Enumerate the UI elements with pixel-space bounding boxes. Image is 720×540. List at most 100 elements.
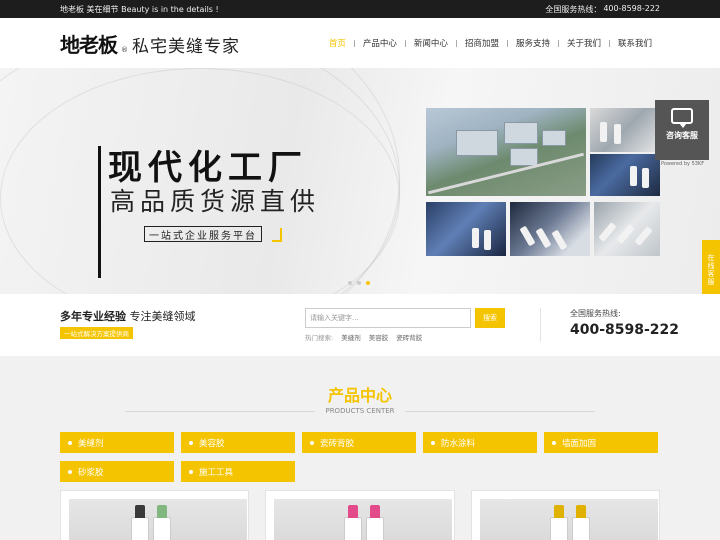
production-photo [426, 202, 506, 256]
products-subtitle: PRODUCTS CENTER [0, 407, 720, 415]
product-image [274, 499, 453, 540]
category-button[interactable]: 施工工具 [181, 461, 295, 482]
chat-widget-label: 咨询客服 [666, 131, 698, 140]
factory-building [504, 122, 538, 144]
hero-banner[interactable]: 现代化工厂 高品质货源直供 一站式企业服务平台 [0, 68, 720, 294]
product-image [69, 499, 247, 540]
bullet-icon [189, 440, 193, 445]
product-card[interactable] [60, 490, 250, 540]
nav-franchise[interactable]: 招商加盟 [457, 37, 507, 49]
logo-brand: 地老板 [60, 32, 118, 57]
products-title: 产品中心 [327, 386, 392, 405]
top-hotline-number: 400-8598-222 [603, 3, 660, 13]
carousel-dot-active[interactable] [366, 281, 370, 285]
bullet-icon [68, 440, 72, 445]
product-bottle [571, 517, 590, 540]
factory-road [428, 152, 584, 195]
nav-contact[interactable]: 联系我们 [610, 37, 660, 49]
nav-about[interactable]: 关于我们 [559, 37, 609, 49]
info-divider [540, 308, 541, 342]
product-bottle [131, 517, 149, 540]
top-tagline: 地老板 美在细节 Beauty is in the details ! [60, 4, 219, 14]
product-cap [135, 505, 145, 518]
product-bottle [153, 517, 171, 540]
hot-search-label: 热门搜索: [305, 334, 334, 342]
chat-bubble-icon [671, 108, 693, 128]
carousel-dot[interactable] [348, 281, 352, 285]
nav-products[interactable]: 产品中心 [355, 37, 405, 49]
bullet-icon [310, 440, 314, 445]
site-logo[interactable]: 地老板 ® 私宅美缝专家 [60, 29, 240, 58]
category-label: 砂浆胶 [78, 467, 104, 478]
service-hotline: 全国服务热线: 400-8598-222 [570, 308, 679, 338]
online-service-side-tab[interactable]: 在线客服 [702, 240, 720, 300]
hotline-number: 400-8598-222 [570, 322, 680, 338]
product-card[interactable] [470, 490, 660, 540]
logo-slogan: 私宅美缝专家 [132, 36, 240, 57]
tube-shape [535, 227, 552, 249]
factory-building [510, 148, 538, 166]
product-cards [60, 490, 660, 540]
category-button[interactable]: 墙面加固 [544, 432, 658, 453]
carousel-dots [348, 281, 370, 285]
hot-search-word[interactable]: 美缝剂 [341, 332, 361, 342]
category-button[interactable]: 防水涂料 [423, 432, 537, 453]
banner-pill-corner [272, 228, 282, 242]
banner-pill: 一站式企业服务平台 [144, 226, 262, 242]
bullet-icon [431, 440, 435, 445]
factory-building [456, 130, 498, 156]
category-button[interactable]: 美容胶 [181, 432, 295, 453]
category-label: 美缝剂 [78, 438, 104, 449]
tube-shape [598, 222, 617, 242]
bullet-icon [552, 440, 556, 445]
top-hotline: 全国服务热线： 400-8598-222 [545, 4, 660, 15]
category-button[interactable]: 瓷砖背胶 [302, 432, 416, 453]
product-bottle [549, 517, 568, 540]
product-image [479, 499, 658, 540]
tube-shape [519, 225, 536, 247]
nav-home[interactable]: 首页 [321, 37, 354, 49]
product-cap [575, 505, 586, 518]
products-section: 产品中心 PRODUCTS CENTER 美缝剂 美容胶 瓷砖背胶 防水涂料 墙… [0, 356, 720, 540]
top-hotline-label: 全国服务热线： [545, 4, 602, 14]
category-button[interactable]: 砂浆胶 [60, 461, 174, 482]
hot-search-word[interactable]: 瓷砖背胶 [396, 332, 422, 342]
hot-search-word[interactable]: 美容胶 [369, 332, 389, 342]
category-label: 墙面加固 [562, 438, 597, 449]
category-label: 美容胶 [199, 438, 225, 449]
product-cap [157, 505, 167, 518]
product-card[interactable] [265, 490, 455, 540]
top-bar: 地老板 美在细节 Beauty is in the details ! 全国服务… [0, 0, 720, 18]
carousel-dot[interactable] [357, 281, 361, 285]
banner-accent-line [98, 146, 101, 278]
bullet-icon [189, 469, 193, 474]
nav-support[interactable]: 服务支持 [508, 37, 558, 49]
factory-aerial-photo [426, 108, 586, 196]
category-label: 防水涂料 [441, 438, 476, 449]
product-cap [553, 505, 564, 518]
production-photo [590, 108, 660, 152]
tube-shape [642, 168, 649, 188]
hotline-label: 全国服务热线: [570, 309, 621, 318]
registered-mark: ® [121, 45, 128, 54]
tube-shape [551, 229, 568, 251]
slogan-rest: 专注美缝领域 [129, 310, 196, 323]
category-button[interactable]: 美缝剂 [60, 432, 174, 453]
search-input[interactable]: 请输入关键字... [305, 308, 471, 328]
tube-shape [616, 224, 635, 244]
production-photo [590, 154, 660, 196]
chat-powered-by: Powered by 53KF [661, 161, 705, 167]
production-photo [510, 202, 590, 256]
product-cap [370, 505, 381, 518]
search-button[interactable]: 搜索 [475, 308, 505, 328]
category-label: 施工工具 [199, 467, 234, 478]
tube-shape [600, 122, 607, 142]
category-label: 瓷砖背胶 [320, 438, 355, 449]
company-slogan-block: 多年专业经验 专注美缝领域 一站式解决方案提供商 [60, 308, 196, 339]
site-header: 地老板 ® 私宅美缝专家 首页 产品中心 新闻中心 招商加盟 服务支持 关于我们 … [0, 18, 720, 68]
nav-news[interactable]: 新闻中心 [406, 37, 456, 49]
customer-service-widget[interactable]: 咨询客服 Powered by 53KF [655, 100, 709, 167]
product-categories: 美缝剂 美容胶 瓷砖背胶 防水涂料 墙面加固 砂浆胶 施工工具 [60, 432, 660, 482]
tube-shape [472, 228, 479, 248]
info-strip: 多年专业经验 专注美缝领域 一站式解决方案提供商 请输入关键字... 搜索 热门… [0, 294, 720, 356]
